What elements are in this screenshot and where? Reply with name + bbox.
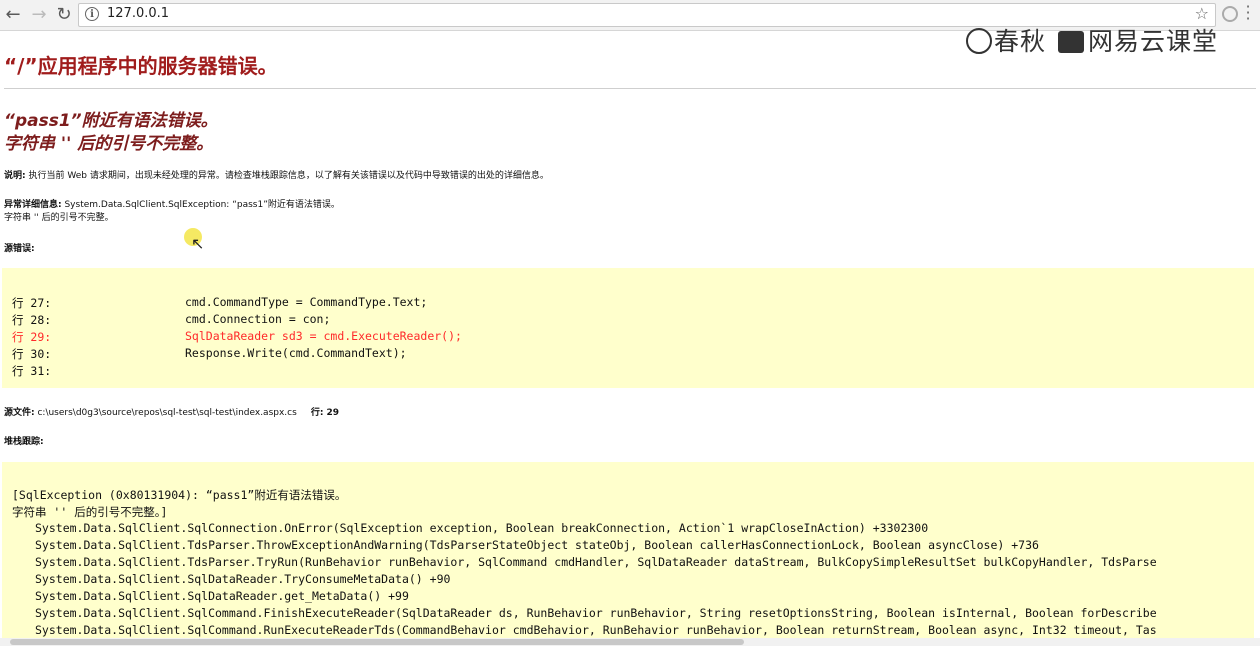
divider (4, 88, 1256, 89)
stack-line: System.Data.SqlClient.SqlCommand.FinishE… (35, 606, 1157, 620)
chunqiu-logo-icon (966, 28, 992, 54)
description: 说明: 执行当前 Web 请求期间，出现未经处理的异常。请检查堆栈跟踪信息，以了… (4, 168, 549, 181)
stack-line: System.Data.SqlClient.SqlDataReader.get_… (35, 589, 409, 603)
exception-text-2: 字符串 '' 后的引号不完整。 (4, 213, 114, 223)
site-info-icon[interactable]: i (85, 7, 99, 21)
code-line-num: 行 31: (12, 364, 52, 378)
stack-trace-label: 堆栈跟踪: (4, 437, 44, 447)
exception-details: 异常详细信息: System.Data.SqlClient.SqlExcepti… (4, 197, 340, 210)
source-file: 源文件: c:\users\d0g3\source\repos\sql-test… (4, 405, 339, 418)
star-icon[interactable]: ☆ (1195, 4, 1209, 23)
source-file-path: c:\users\d0g3\source\repos\sql-test\sql-… (34, 408, 297, 418)
mouse-cursor-icon: ↖ (191, 234, 205, 253)
code-line-num: 行 30: (12, 347, 52, 361)
code-line-text: cmd.Connection = con; (185, 312, 331, 326)
stack-line: System.Data.SqlClient.SqlCommand.RunExec… (35, 623, 1157, 637)
extension-icon[interactable] (1222, 6, 1238, 22)
source-file-line: 行: 29 (310, 408, 340, 418)
source-error-label: 源错误: (4, 244, 35, 254)
code-line-num-error: 行 29: (12, 330, 52, 344)
forward-icon[interactable]: → (28, 4, 50, 26)
stack-header-1: [SqlException (0x80131904): “pass1”附近有语法… (12, 488, 347, 502)
code-line-text: Response.Write(cmd.CommandText); (185, 346, 407, 360)
stack-line: System.Data.SqlClient.SqlDataReader.TryC… (35, 572, 451, 586)
code-line-num: 行 28: (12, 313, 52, 327)
stack-line: System.Data.SqlClient.TdsParser.ThrowExc… (35, 538, 1039, 552)
back-icon[interactable]: ← (2, 4, 24, 26)
page-title: “/”应用程序中的服务器错误。 (4, 54, 278, 78)
exception-label: 异常详细信息: (4, 200, 62, 210)
source-file-label: 源文件: (4, 408, 35, 418)
source-code-box: 行 27: cmd.CommandType = CommandType.Text… (2, 268, 1254, 388)
stack-line: System.Data.SqlClient.SqlConnection.OnEr… (35, 521, 929, 535)
watermark-text-1: 春秋 (994, 27, 1047, 56)
scrollbar-thumb[interactable] (10, 639, 744, 645)
stack-header-2: 字符串 '' 后的引号不完整。] (12, 505, 168, 519)
watermark-text-2: 网易云课堂 (1088, 27, 1219, 56)
description-text: 执行当前 Web 请求期间，出现未经处理的异常。请检查堆栈跟踪信息，以了解有关该… (25, 171, 549, 181)
code-line-text-error: SqlDataReader sd3 = cmd.ExecuteReader(); (185, 329, 462, 343)
code-line-num: 行 27: (12, 296, 52, 310)
code-line-text: cmd.CommandType = CommandType.Text; (185, 295, 428, 309)
horizontal-scrollbar[interactable] (0, 638, 1260, 646)
stack-trace-box: [SqlException (0x80131904): “pass1”附近有语法… (2, 462, 1254, 638)
menu-icon[interactable]: · · · (1244, 0, 1252, 27)
url-text[interactable]: 127.0.0.1 (107, 6, 169, 21)
error-heading-2: 字符串 '' 后的引号不完整。 (4, 134, 214, 154)
netease-logo-icon (1058, 31, 1085, 53)
description-label: 说明: (4, 171, 26, 181)
stack-line: System.Data.SqlClient.TdsParser.TryRun(R… (35, 555, 1157, 569)
error-heading-1: “pass1”附近有语法错误。 (4, 111, 218, 131)
exception-text: System.Data.SqlClient.SqlException: “pas… (61, 200, 340, 210)
reload-icon[interactable]: ↻ (53, 4, 75, 26)
watermark: 春秋 网易云课堂 (966, 22, 1218, 58)
